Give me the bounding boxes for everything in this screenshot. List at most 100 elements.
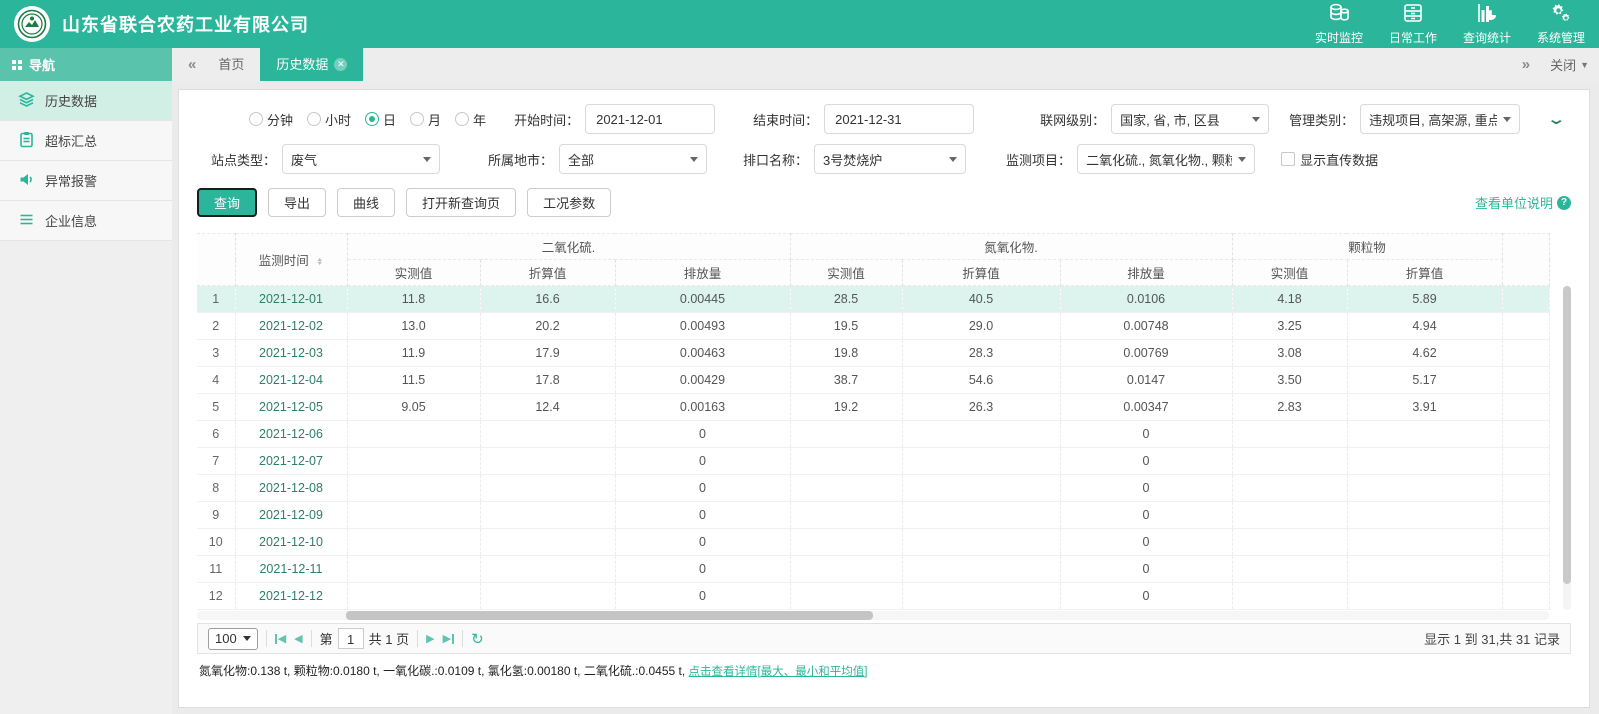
chevron-down-icon	[949, 157, 957, 162]
so2-emission-cell: 0	[615, 583, 790, 610]
period-radio-month[interactable]: 月	[410, 110, 441, 129]
so2-emission-cell: 0.00445	[615, 286, 790, 313]
last-page-button[interactable]: ▶	[443, 632, 454, 645]
table-row[interactable]: 9 2021-12-09 0 0	[197, 502, 1549, 529]
sidebar-item-history-data[interactable]: 历史数据	[0, 81, 172, 121]
row-index: 10	[197, 529, 235, 556]
nox-real-cell: 19.8	[790, 340, 902, 367]
page-size-select[interactable]: 100	[208, 628, 258, 650]
vertical-scrollbar[interactable]	[1563, 286, 1571, 610]
detail-link[interactable]: 点击查看详情[最大、最小和平均值]	[689, 666, 868, 678]
grid-icon	[12, 60, 22, 70]
table-row[interactable]: 7 2021-12-07 0 0	[197, 448, 1549, 475]
nox-real-cell	[790, 421, 902, 448]
select-value: 废气	[291, 150, 317, 169]
table-row[interactable]: 6 2021-12-06 0 0	[197, 421, 1549, 448]
start-date-input[interactable]: 2021-12-01	[585, 104, 715, 134]
so2-emission-cell: 0	[615, 556, 790, 583]
nav-system-admin[interactable]: 系统管理	[1537, 2, 1585, 46]
network-level-label: 联网级别：	[1040, 110, 1105, 129]
page-number-input[interactable]: 1	[338, 628, 364, 649]
table-row[interactable]: 3 2021-12-03 11.9 17.9 0.00463 19.8 28.3…	[197, 340, 1549, 367]
monitor-date-cell: 2021-12-05	[235, 394, 347, 421]
header-label: 监测时间	[259, 254, 309, 268]
chevron-down-icon	[1503, 117, 1511, 122]
content-panel: 分钟 小时 日 月 年 开始时间： 2021-12-01 结束时间： 2021-…	[178, 89, 1590, 708]
end-time-label: 结束时间：	[753, 110, 818, 129]
radio-label: 小时	[325, 110, 351, 129]
chevron-down-icon	[690, 157, 698, 162]
group-header-nox: 氮氧化物.	[790, 234, 1232, 260]
tab-home[interactable]: 首页	[202, 48, 260, 81]
sidebar: 导航 历史数据 超标汇总	[0, 48, 172, 714]
page-label-suffix: 共 1 页	[369, 629, 409, 648]
so2-converted-cell	[480, 556, 615, 583]
radio-label: 分钟	[267, 110, 293, 129]
table-row[interactable]: 10 2021-12-10 0 0	[197, 529, 1549, 556]
tab-history-data[interactable]: 历史数据 ✕	[260, 48, 363, 81]
mgmt-category-select[interactable]: 违规项目, 高架源, 重点排污	[1360, 104, 1520, 134]
direct-data-checkbox[interactable]: 显示直传数据	[1281, 150, 1378, 169]
sidebar-item-company-info[interactable]: 企业信息	[0, 201, 172, 241]
curve-button[interactable]: 曲线	[337, 188, 395, 217]
table-row[interactable]: 2 2021-12-02 13.0 20.2 0.00493 19.5 29.0…	[197, 313, 1549, 340]
view-unit-help-link[interactable]: 查看单位说明 ?	[1475, 193, 1571, 212]
export-button[interactable]: 导出	[268, 188, 326, 217]
city-select[interactable]: 全部	[559, 144, 707, 174]
nox-emission-cell: 0	[1060, 529, 1232, 556]
so2-emission-cell: 0.00463	[615, 340, 790, 367]
first-page-button[interactable]: ◀	[275, 632, 286, 645]
open-new-query-button[interactable]: 打开新查询页	[406, 188, 516, 217]
so2-emission-cell: 0.00493	[615, 313, 790, 340]
nox-emission-cell: 0.00748	[1060, 313, 1232, 340]
close-icon[interactable]: ✕	[334, 58, 347, 71]
period-radio-year[interactable]: 年	[455, 110, 486, 129]
nav-daily-work[interactable]: 日常工作	[1389, 2, 1437, 46]
pm-real-cell: 3.25	[1232, 313, 1347, 340]
table-row[interactable]: 12 2021-12-12 0 0	[197, 583, 1549, 610]
site-type-select[interactable]: 废气	[282, 144, 440, 174]
group-header-so2: 二氧化硫.	[347, 234, 790, 260]
monitor-items-select[interactable]: 二氧化硫., 氮氧化物., 颗粒	[1077, 144, 1255, 174]
monitor-time-header[interactable]: 监测时间 ▲▼	[235, 234, 347, 286]
outlet-name-select[interactable]: 3号焚烧炉	[814, 144, 966, 174]
query-button[interactable]: 查询	[197, 188, 257, 217]
nav-realtime-monitor[interactable]: 实时监控	[1315, 2, 1363, 46]
so2-converted-cell: 17.8	[480, 367, 615, 394]
period-radio-hour[interactable]: 小时	[307, 110, 351, 129]
network-level-select[interactable]: 国家, 省, 市, 区县	[1111, 104, 1269, 134]
end-date-input[interactable]: 2021-12-31	[824, 104, 974, 134]
monitor-date-cell: 2021-12-12	[235, 583, 347, 610]
pm-real-cell	[1232, 448, 1347, 475]
subheader: 排放量	[1060, 260, 1232, 286]
period-radio-day[interactable]: 日	[365, 110, 396, 129]
sidebar-item-exceed-summary[interactable]: 超标汇总	[0, 121, 172, 161]
next-page-button[interactable]: ▶	[426, 632, 434, 645]
table-row[interactable]: 5 2021-12-05 9.05 12.4 0.00163 19.2 26.3…	[197, 394, 1549, 421]
so2-emission-cell: 0.00163	[615, 394, 790, 421]
period-radio-minute[interactable]: 分钟	[249, 110, 293, 129]
so2-converted-cell: 17.9	[480, 340, 615, 367]
refresh-icon[interactable]: ↻	[471, 630, 484, 648]
table-row[interactable]: 1 2021-12-01 11.8 16.6 0.00445 28.5 40.5…	[197, 286, 1549, 313]
close-menu[interactable]: 关闭 ▼	[1550, 55, 1589, 74]
so2-emission-cell: 0	[615, 421, 790, 448]
tabs-scroll-left-icon[interactable]: «	[182, 56, 202, 73]
tabs-scroll-right-icon[interactable]: »	[1516, 56, 1536, 73]
condition-params-button[interactable]: 工况参数	[527, 188, 611, 217]
so2-real-cell: 9.05	[347, 394, 480, 421]
so2-real-cell	[347, 529, 480, 556]
subheader: 实测值	[347, 260, 480, 286]
nav-query-stats[interactable]: 查询统计	[1463, 2, 1511, 46]
table-row[interactable]: 8 2021-12-08 0 0	[197, 475, 1549, 502]
table-row[interactable]: 11 2021-12-11 0 0	[197, 556, 1549, 583]
nox-emission-cell: 0.00347	[1060, 394, 1232, 421]
nox-real-cell	[790, 475, 902, 502]
radio-label: 年	[473, 110, 486, 129]
horizontal-scrollbar[interactable]	[197, 611, 1549, 620]
table-row[interactable]: 4 2021-12-04 11.5 17.8 0.00429 38.7 54.6…	[197, 367, 1549, 394]
monitor-date-cell: 2021-12-11	[235, 556, 347, 583]
sidebar-item-abnormal-alarm[interactable]: 异常报警	[0, 161, 172, 201]
prev-page-button[interactable]: ◀	[294, 632, 302, 645]
collapse-filters-icon[interactable]: ⌄	[1547, 110, 1567, 128]
